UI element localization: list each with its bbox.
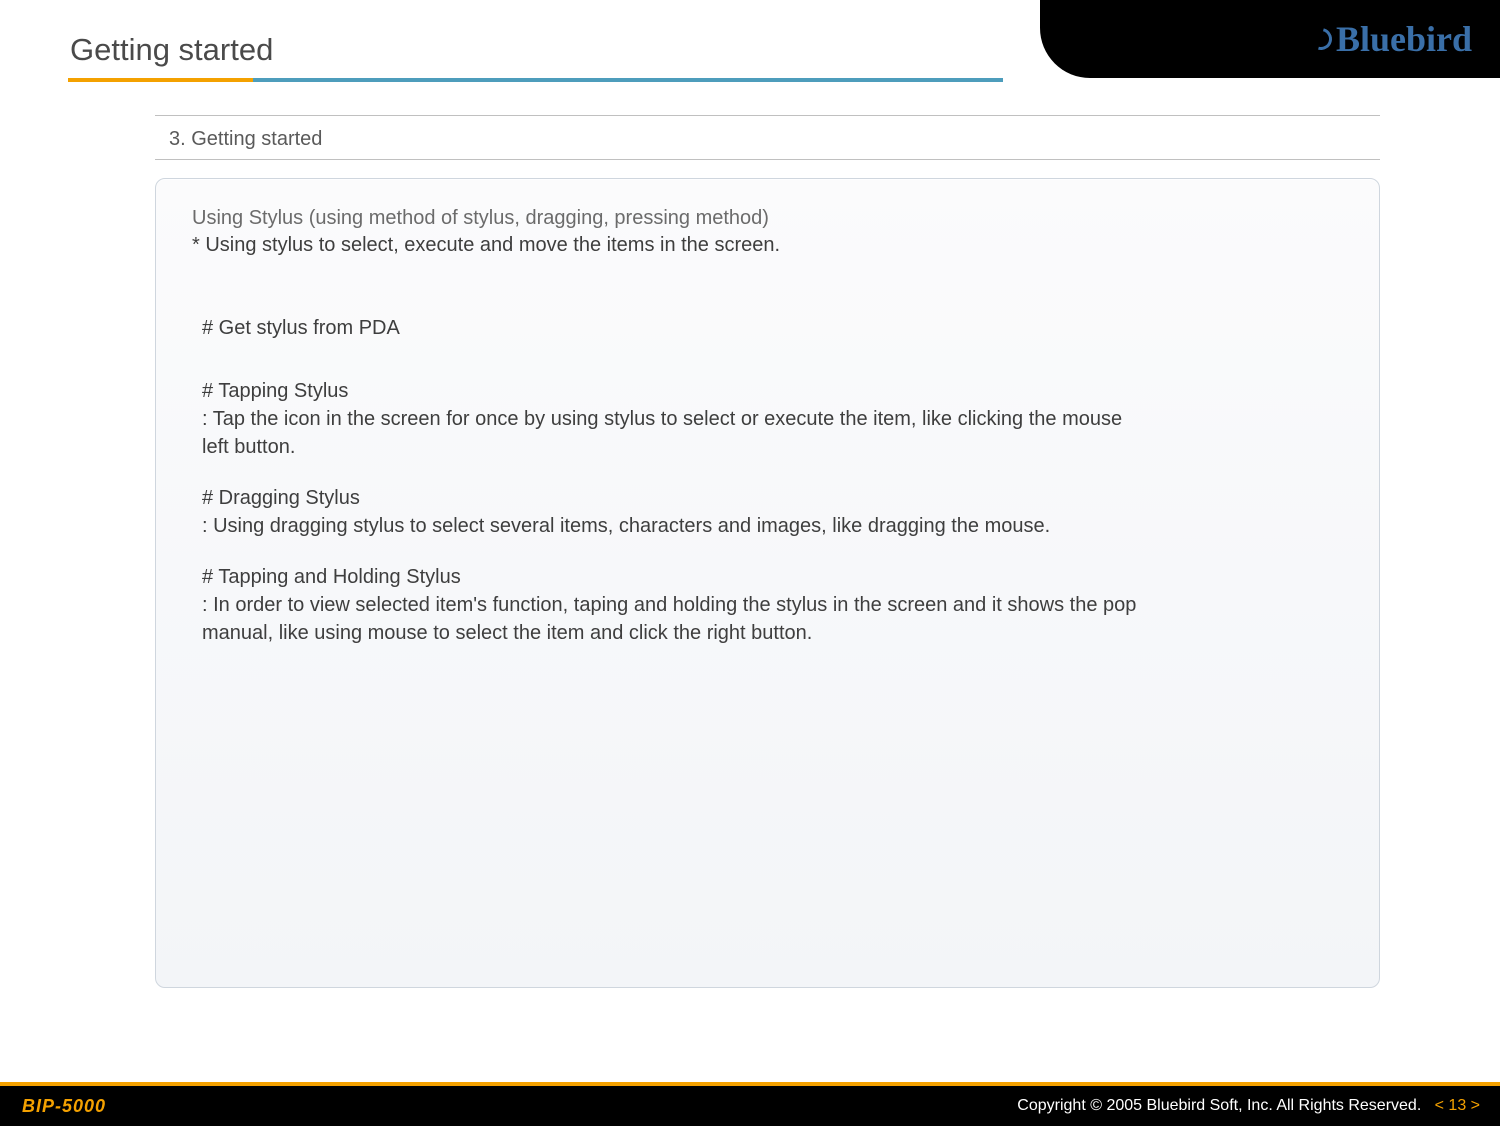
content-wrapper: 3. Getting started Using Stylus (using m… (0, 90, 1500, 988)
list-item: # Tapping Stylus : Tap the icon in the s… (192, 380, 1343, 461)
footer-copyright: Copyright © 2005 Bluebird Soft, Inc. All… (1017, 1097, 1421, 1114)
footer-page-number: < 13 > (1435, 1097, 1480, 1114)
brand-logo-text: Bluebird (1336, 18, 1472, 60)
item-description: : In order to view selected item's funct… (192, 591, 1343, 647)
item-heading: # Tapping Stylus (192, 380, 1343, 403)
footer-copyright-block: Copyright © 2005 Bluebird Soft, Inc. All… (1017, 1097, 1480, 1115)
section-divider-top (155, 115, 1380, 116)
footer: BIP-5000 Copyright © 2005 Bluebird Soft,… (0, 1086, 1500, 1126)
list-item: # Tapping and Holding Stylus : In order … (192, 566, 1343, 647)
item-heading: # Get stylus from PDA (192, 317, 1343, 340)
item-heading: # Tapping and Holding Stylus (192, 566, 1343, 589)
title-underline-accent (68, 78, 253, 82)
list-item: # Dragging Stylus : Using dragging stylu… (192, 487, 1343, 540)
list-item: # Get stylus from PDA (192, 317, 1343, 340)
intro-title: Using Stylus (using method of stylus, dr… (192, 207, 1343, 230)
item-description: : Using dragging stylus to select severa… (192, 512, 1343, 540)
page-title: Getting started (70, 32, 273, 68)
content-box: Using Stylus (using method of stylus, dr… (155, 178, 1380, 988)
footer-model: BIP-5000 (22, 1096, 106, 1117)
intro-subtitle: * Using stylus to select, execute and mo… (192, 234, 1343, 257)
logo-swoosh-icon (1306, 24, 1336, 54)
section-title: 3. Getting started (155, 128, 1380, 151)
item-description: : Tap the icon in the screen for once by… (192, 405, 1343, 461)
item-heading: # Dragging Stylus (192, 487, 1343, 510)
header: Getting started Bluebird (0, 0, 1500, 90)
section-divider-bottom (155, 159, 1380, 160)
logo-banner: Bluebird (1040, 0, 1500, 78)
